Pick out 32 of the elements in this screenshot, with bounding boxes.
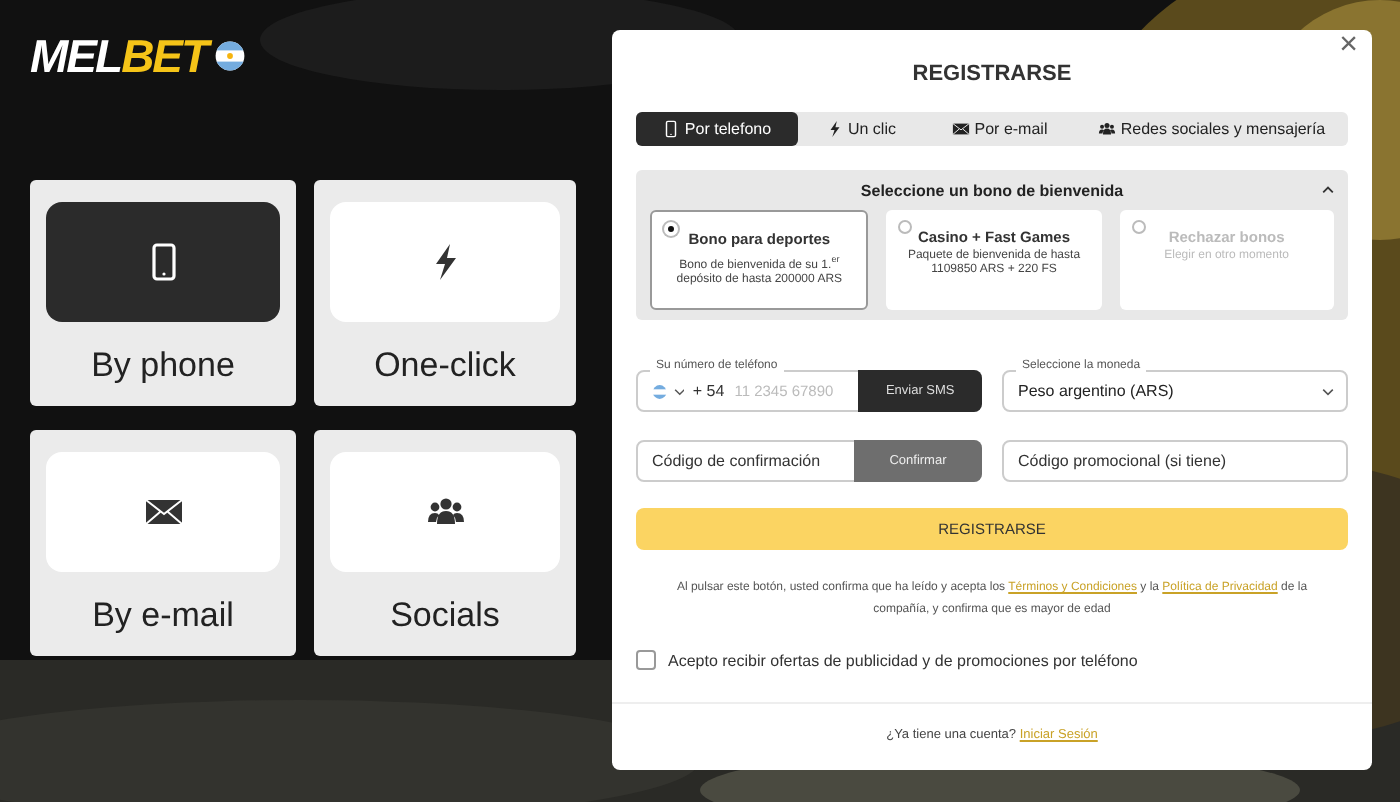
chevron-icon [1322,388,1334,396]
radio-button[interactable] [1131,220,1146,234]
tab[interactable]: Por telefono [636,112,798,146]
radio-button[interactable] [898,220,913,234]
chevron-icon[interactable] [1322,186,1334,194]
tile-label: Socials [390,596,500,636]
panel-title: Seleccione un bono de bienvenida [860,181,1124,199]
flag-icon [652,383,668,399]
method-tile[interactable]: Socials [314,430,576,656]
people-icon [1098,120,1117,138]
checkbox-label: Acepto recibir ofertas de publicidad y de promociones por teléfono [668,651,1138,669]
currency-select[interactable]: Peso argentino (ARS) [1002,370,1348,412]
dialog-title: REGISTRARSE [910,60,1074,90]
phone-icon [662,120,681,138]
promo-code-input[interactable]: Código promocional (si tiene) [1002,440,1348,482]
country-code: + 54 [692,382,725,400]
lightning-icon [825,120,844,138]
tab[interactable]: Un clic [798,112,924,146]
logo: MELBET [30,34,208,78]
select-value: Peso argentino (ARS) [1018,382,1174,400]
chevron-icon[interactable] [673,387,685,395]
method-tile[interactable]: By e-mail [30,430,296,656]
tile-label: By phone [91,346,235,386]
close-button[interactable]: × [1333,30,1364,62]
method-tile[interactable]: One-click [314,180,576,406]
method-tile[interactable]: By phone [30,180,296,406]
tab[interactable]: Redes sociales y mensajería [1076,112,1348,146]
tile-label: One-click [374,346,516,386]
tab[interactable]: Por e-mail [924,112,1076,146]
tile-label: By e-mail [92,596,234,636]
envelope-icon [952,120,971,138]
checkbox[interactable] [636,650,656,670]
